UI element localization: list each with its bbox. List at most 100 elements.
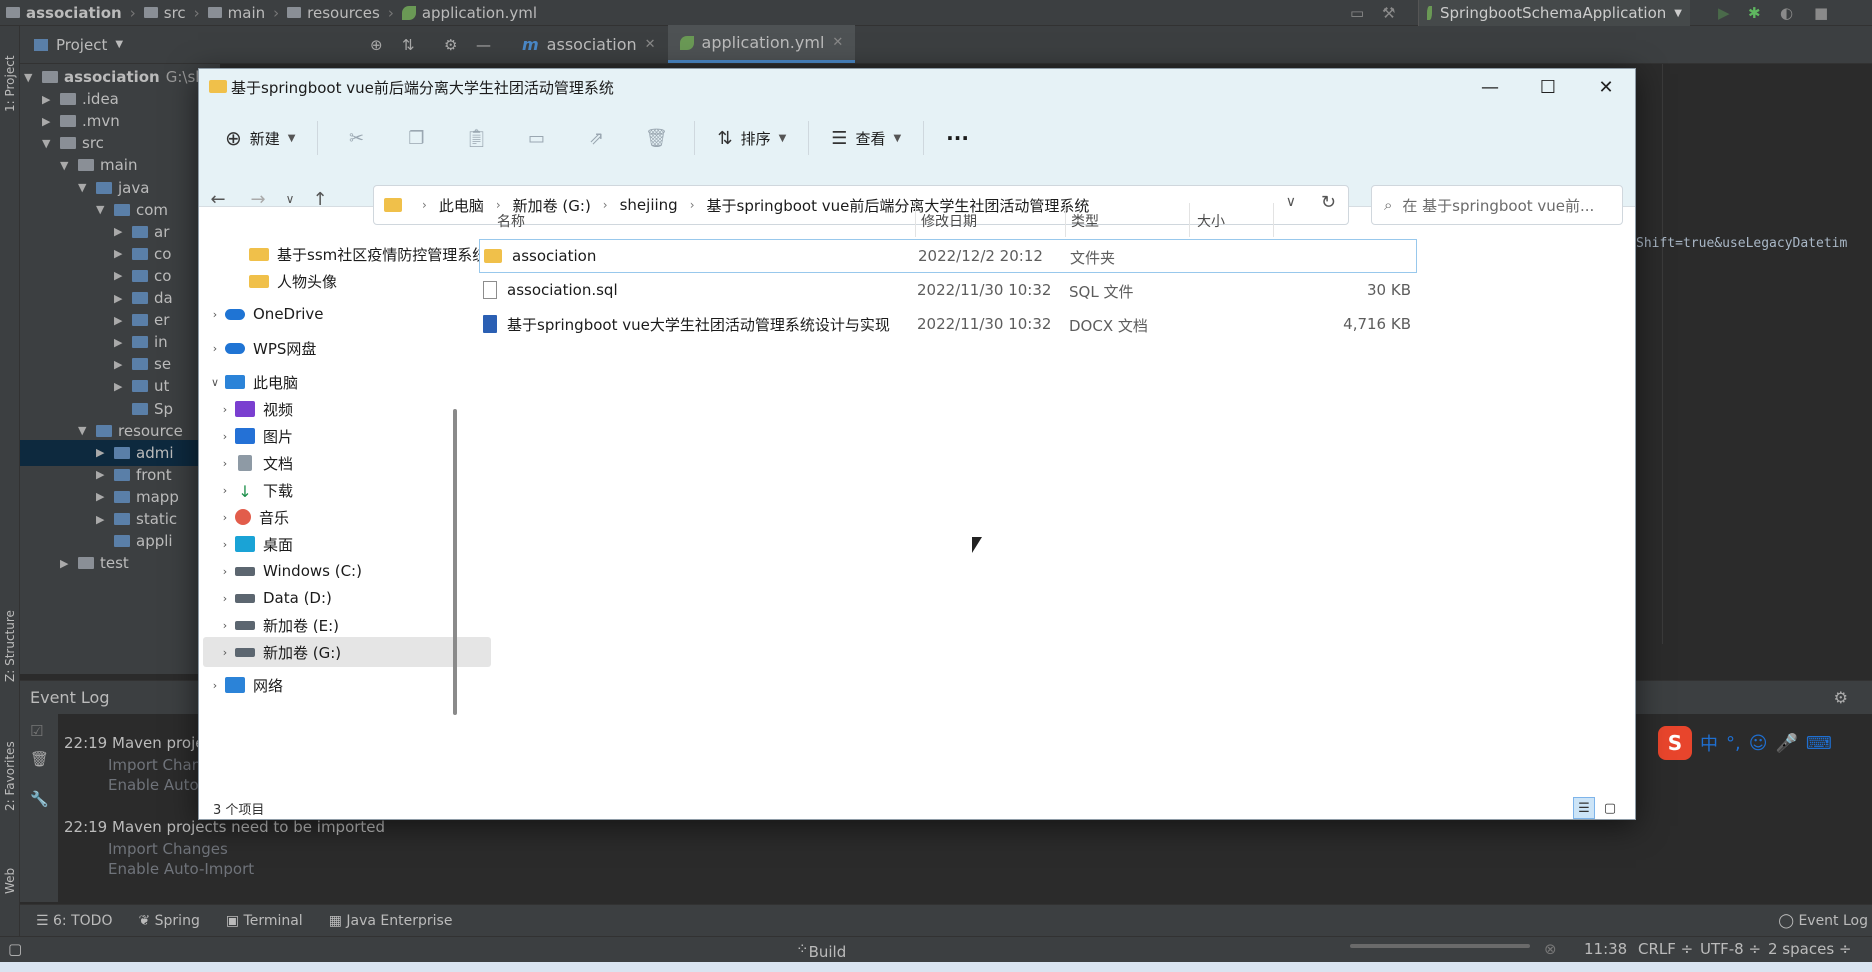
project-panel-title[interactable]: Project — [56, 36, 107, 54]
rename-icon[interactable]: ▭ — [516, 118, 556, 158]
copy-icon[interactable]: ❐ — [396, 118, 436, 158]
column-name[interactable]: 名称 — [497, 207, 525, 235]
column-date[interactable]: 修改日期 — [921, 207, 977, 235]
enable-auto-import-link[interactable]: Enable Auto-Import — [108, 860, 254, 878]
nav-item[interactable]: › 图片 — [203, 421, 491, 451]
delete-icon[interactable]: 🗑︎ — [636, 118, 676, 158]
mark-read-icon[interactable]: ☑ — [30, 722, 43, 740]
tab-favorites[interactable]: 2: Favorites — [1, 726, 19, 826]
nav-item[interactable]: 人物头像 — [203, 266, 491, 296]
stop-icon[interactable]: ■ — [1814, 4, 1828, 22]
chevron-right-icon[interactable]: › — [215, 619, 235, 632]
file-encoding[interactable]: UTF-8 ÷ — [1700, 940, 1761, 958]
chevron-right-icon[interactable]: › — [215, 430, 235, 443]
breadcrumb-item-file[interactable]: application.yml — [401, 4, 537, 22]
collapsed-arrow-icon[interactable]: ▶ — [114, 269, 126, 282]
ime-toolbar[interactable]: S 中 °, ☺ 🎤 ⌨ — [1658, 726, 1832, 760]
chevron-right-icon[interactable]: › — [215, 511, 235, 524]
file-row[interactable]: association.sql 2022/11/30 10:32 SQL 文件 30 … — [479, 274, 1417, 308]
minimize-button[interactable]: — — [1461, 69, 1519, 105]
collapsed-arrow-icon[interactable]: ▶ — [114, 292, 126, 305]
nav-item[interactable]: › Windows (C:) — [203, 556, 491, 586]
close-button[interactable]: ✕ — [1577, 69, 1635, 105]
tab-event-log[interactable]: ◯ Event Log — [1778, 913, 1868, 929]
tab-association[interactable]: m association ✕ — [510, 25, 668, 63]
collapsed-arrow-icon[interactable]: ▶ — [114, 225, 126, 238]
more-options-button[interactable]: ··· — [932, 118, 983, 158]
up-arrow-icon[interactable]: ↑ — [305, 185, 335, 213]
hammer-icon[interactable]: ⚒ — [1382, 4, 1395, 22]
enable-auto-import-link[interactable]: Enable Auto — [108, 776, 199, 794]
wrench-icon[interactable]: 🔧 — [30, 790, 49, 808]
paste-icon[interactable]: 📋︎ — [456, 118, 496, 158]
collapsed-arrow-icon[interactable]: ▶ — [114, 336, 126, 349]
chevron-down-icon[interactable]: ∨ — [205, 376, 225, 389]
gear-icon[interactable]: ⚙ — [444, 36, 457, 54]
expanded-arrow-icon[interactable]: ▼ — [78, 181, 90, 194]
collapsed-arrow-icon[interactable]: ▶ — [114, 247, 126, 260]
tab-java-enterprise[interactable]: ▦ Java Enterprise — [329, 913, 453, 929]
nav-item[interactable]: › 新加卷 (E:) — [203, 610, 491, 640]
chevron-right-icon[interactable]: › — [215, 646, 235, 659]
collapsed-arrow-icon[interactable]: ▶ — [42, 115, 54, 128]
column-divider[interactable] — [1189, 203, 1190, 237]
collapsed-arrow-icon[interactable]: ▶ — [114, 380, 126, 393]
file-row[interactable]: association 2022/12/2 20:12 文件夹 — [479, 239, 1417, 273]
breadcrumb-item-resources[interactable]: resources — [287, 4, 380, 22]
breadcrumb-item-main[interactable]: main — [207, 4, 265, 22]
nav-item[interactable]: › 视频 — [203, 394, 491, 424]
collapsed-arrow-icon[interactable]: ▶ — [114, 314, 126, 327]
tab-application-yml[interactable]: application.yml ✕ — [667, 25, 856, 63]
column-type[interactable]: 类型 — [1071, 207, 1099, 235]
back-arrow-icon[interactable]: ← — [203, 185, 233, 213]
expanded-arrow-icon[interactable]: ▼ — [24, 71, 36, 84]
collapsed-arrow-icon[interactable]: ▶ — [60, 557, 72, 570]
collapsed-arrow-icon[interactable]: ▶ — [42, 93, 54, 106]
collapsed-arrow-icon[interactable]: ▶ — [114, 358, 126, 371]
tab-spring[interactable]: ❦ Spring — [138, 913, 199, 929]
file-row[interactable]: 基于springboot vue大学生社团活动管理系统设计与实现 2022/11/… — [479, 308, 1417, 342]
nav-item[interactable]: › 音乐 — [203, 502, 491, 532]
chevron-right-icon[interactable]: › — [215, 484, 235, 497]
column-divider[interactable] — [915, 203, 916, 237]
collapsed-arrow-icon[interactable]: ▶ — [96, 468, 108, 481]
import-changes-link[interactable]: Import Chan — [108, 756, 201, 774]
nav-item[interactable]: › 网络 — [203, 670, 491, 700]
column-size[interactable]: 大小 — [1197, 207, 1225, 235]
breadcrumb-item-src[interactable]: src — [143, 4, 186, 22]
share-icon[interactable]: ⇗ — [576, 118, 616, 158]
maximize-button[interactable]: ☐ — [1519, 69, 1577, 105]
chevron-right-icon[interactable]: › — [205, 342, 225, 355]
chevron-right-icon[interactable]: › — [205, 308, 225, 321]
coverage-icon[interactable]: ◐ — [1780, 4, 1793, 22]
collapsed-arrow-icon[interactable]: ▶ — [96, 446, 108, 459]
chevron-right-icon[interactable]: › — [215, 538, 235, 551]
expanded-arrow-icon[interactable]: ▼ — [42, 137, 54, 150]
chevron-right-icon[interactable]: › — [215, 457, 235, 470]
nav-item[interactable]: › WPS网盘 — [203, 333, 491, 363]
build-status[interactable]: ⁘ Build — [796, 940, 846, 961]
details-view-icon[interactable]: ☰ — [1573, 797, 1595, 819]
tiles-view-icon[interactable]: ▢ — [1599, 797, 1621, 819]
debug-icon[interactable]: ✱ — [1748, 4, 1761, 22]
nav-item[interactable]: 基于ssm社区疫情防控管理系统 — [203, 239, 491, 269]
expanded-arrow-icon[interactable]: ▼ — [60, 159, 72, 172]
column-divider[interactable] — [1273, 203, 1274, 237]
explorer-titlebar[interactable]: 基于springboot vue前后端分离大学生社团活动管理系统 — ☐ ✕ — [199, 69, 1635, 105]
line-separator[interactable]: CRLF ÷ — [1638, 940, 1693, 958]
breadcrumb-item-project[interactable]: association — [6, 4, 122, 22]
chevron-down-icon[interactable]: ▼ — [115, 39, 123, 50]
locate-icon[interactable]: ⊕ — [370, 36, 383, 54]
chevron-right-icon[interactable]: › — [205, 679, 225, 692]
nav-item[interactable]: ∨ 此电脑 — [203, 367, 491, 397]
code-editor[interactable] — [1632, 64, 1872, 684]
forward-arrow-icon[interactable]: → — [243, 185, 273, 213]
cancel-icon[interactable]: ⊗ — [1544, 940, 1557, 958]
tab-project[interactable]: 1: Project — [1, 44, 19, 124]
nav-item[interactable]: › Data (D:) — [203, 583, 491, 613]
nav-item[interactable]: › 桌面 — [203, 529, 491, 559]
nav-item[interactable]: › OneDrive — [203, 299, 491, 329]
expanded-arrow-icon[interactable]: ▼ — [78, 424, 90, 437]
collapsed-arrow-icon[interactable]: ▶ — [96, 490, 108, 503]
collapsed-arrow-icon[interactable]: ▶ — [96, 513, 108, 526]
